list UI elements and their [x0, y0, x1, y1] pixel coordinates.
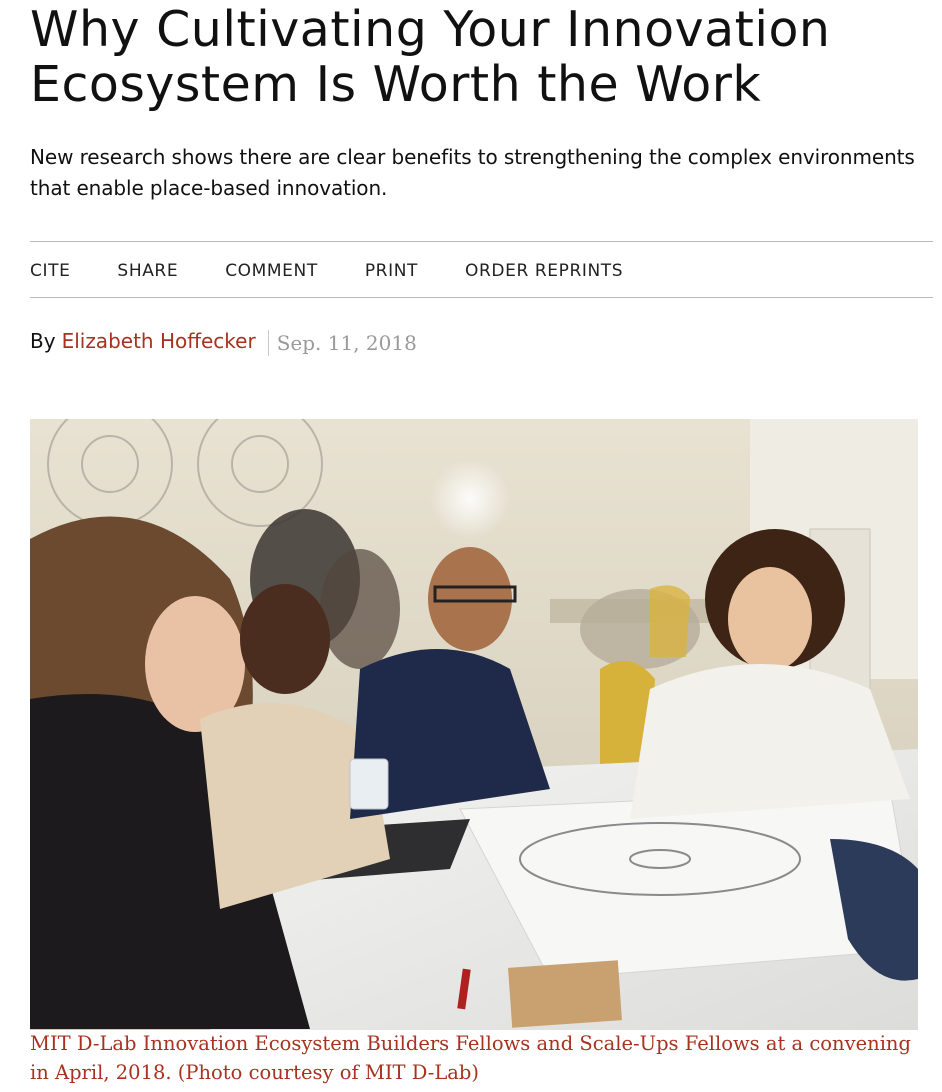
publish-date: Sep. 11, 2018 [276, 331, 417, 355]
article-toolbar: CITE SHARE COMMENT PRINT ORDER REPRINTS [30, 241, 933, 298]
byline-divider [267, 330, 269, 356]
share-button[interactable]: SHARE [117, 259, 178, 281]
article-title-line-2: Ecosystem Is Worth the Work [30, 56, 762, 113]
article-title-line-1: Why Cultivating Your Innovation [30, 1, 831, 58]
cite-button[interactable]: CITE [30, 259, 70, 281]
article-photo [30, 419, 918, 1030]
print-button[interactable]: PRINT [365, 259, 418, 281]
article-title: Why Cultivating Your Innovation Ecosyste… [30, 0, 920, 112]
byline: By Elizabeth Hoffecker Sep. 11, 2018 [30, 328, 417, 356]
photo-caption: MIT D-Lab Innovation Ecosystem Builders … [30, 1032, 911, 1084]
photo-illustration [30, 419, 918, 1030]
article-page: Why Cultivating Your Innovation Ecosyste… [30, 0, 933, 1084]
article-dek: New research shows there are clear benef… [30, 145, 915, 200]
byline-prefix: By [30, 329, 56, 353]
author-link[interactable]: Elizabeth Hoffecker [62, 329, 256, 353]
order-reprints-button[interactable]: ORDER REPRINTS [465, 259, 623, 281]
comment-button[interactable]: COMMENT [225, 259, 318, 281]
